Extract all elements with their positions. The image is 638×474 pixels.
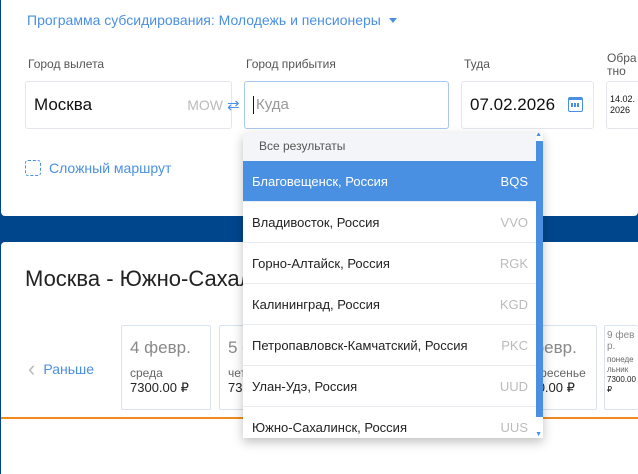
card-date: 4 февр. — [130, 338, 191, 357]
dropdown-header: Все результаты — [243, 133, 536, 161]
route-icon — [25, 160, 41, 176]
suggestion-code: PKC — [501, 337, 528, 353]
suggestion-city: Улан-Удэ, Россия — [252, 378, 358, 394]
suggestion-item[interactable]: Благовещенск, Россия BQS — [243, 161, 536, 202]
card-price: 7300.00 ₽ — [130, 380, 189, 395]
suggestion-code: RGK — [499, 255, 528, 271]
suggestion-item[interactable]: Улан-Удэ, Россия UUD — [243, 366, 536, 407]
suggestion-item[interactable]: Петропавловск-Камчатский, Россия PKC — [243, 325, 536, 366]
to-label: Город прибытия — [246, 57, 336, 71]
chevron-left-icon: ‹ — [28, 356, 36, 381]
to-placeholder: Куда — [253, 96, 289, 114]
calendar-icon[interactable] — [568, 97, 583, 112]
depart-date-field[interactable]: 07.02.2026 — [461, 81, 594, 129]
from-code: MOW — [187, 97, 223, 113]
suggestion-city: Петропавловск-Камчатский, Россия — [252, 337, 468, 353]
suggestion-city: Горно-Алтайск, Россия — [252, 255, 390, 271]
depart-label: Туда — [464, 57, 490, 71]
program-label: Программа субсидирования: Молодежь и пен… — [27, 12, 381, 28]
suggestion-item[interactable]: Владивосток, Россия VVO — [243, 202, 536, 243]
suggestion-item[interactable]: Южно-Сахалинск, Россия UUS — [243, 407, 536, 438]
suggestion-city: Владивосток, Россия — [252, 214, 380, 230]
from-label: Город вылета — [28, 57, 105, 71]
suggestion-code: KGD — [499, 296, 528, 312]
from-value: Москва — [34, 95, 93, 114]
suggestion-code: BQS — [500, 173, 528, 189]
suggestion-code: UUS — [500, 419, 528, 435]
scroll-up-icon[interactable]: ▲ — [535, 133, 542, 138]
earlier-label: Раньше — [43, 361, 95, 377]
date-card[interactable]: 9 февр. понедельник 7300.00 ₽ — [604, 325, 638, 410]
earlier-button[interactable]: ‹ Раньше — [28, 356, 95, 381]
suggestion-item[interactable]: Калининград, Россия KGD — [243, 284, 536, 325]
scrollbar-thumb[interactable] — [536, 141, 543, 417]
suggestion-city: Калининград, Россия — [252, 296, 380, 312]
scroll-down-icon[interactable]: ▼ — [535, 431, 542, 438]
return-label: Обратно — [607, 51, 637, 78]
date-card[interactable]: 4 февр. среда 7300.00 ₽ — [121, 325, 211, 410]
city-suggestions-dropdown: Все результаты Благовещенск, Россия BQS Вл… — [243, 133, 543, 438]
card-price: 7300.00 ₽ — [607, 375, 636, 394]
caret-down-icon — [388, 18, 397, 23]
complex-route-label: Сложный маршрут — [49, 160, 172, 176]
from-field[interactable]: Москва MOW — [25, 81, 232, 129]
suggestion-code: UUD — [499, 378, 528, 394]
card-weekday: понедельник — [607, 355, 634, 374]
suggestion-code: VVO — [500, 214, 528, 230]
swap-icon[interactable]: ⇄ — [227, 96, 240, 114]
to-field[interactable]: Куда — [244, 81, 449, 129]
complex-route-link[interactable]: Сложный маршрут — [25, 160, 171, 176]
suggestion-item[interactable]: Горно-Алтайск, Россия RGK — [243, 243, 536, 284]
subsidy-program-dropdown[interactable]: Программа субсидирования: Молодежь и пен… — [27, 12, 397, 28]
suggestion-city: Благовещенск, Россия — [252, 173, 388, 189]
suggestion-city: Южно-Сахалинск, Россия — [252, 419, 407, 435]
return-date-field[interactable]: 14.02.2026 — [606, 81, 638, 129]
card-date: 9 февр. — [607, 330, 635, 352]
card-weekday: среда — [130, 366, 163, 380]
depart-value: 07.02.2026 — [470, 95, 556, 114]
return-value: 14.02.2026 — [610, 94, 636, 115]
